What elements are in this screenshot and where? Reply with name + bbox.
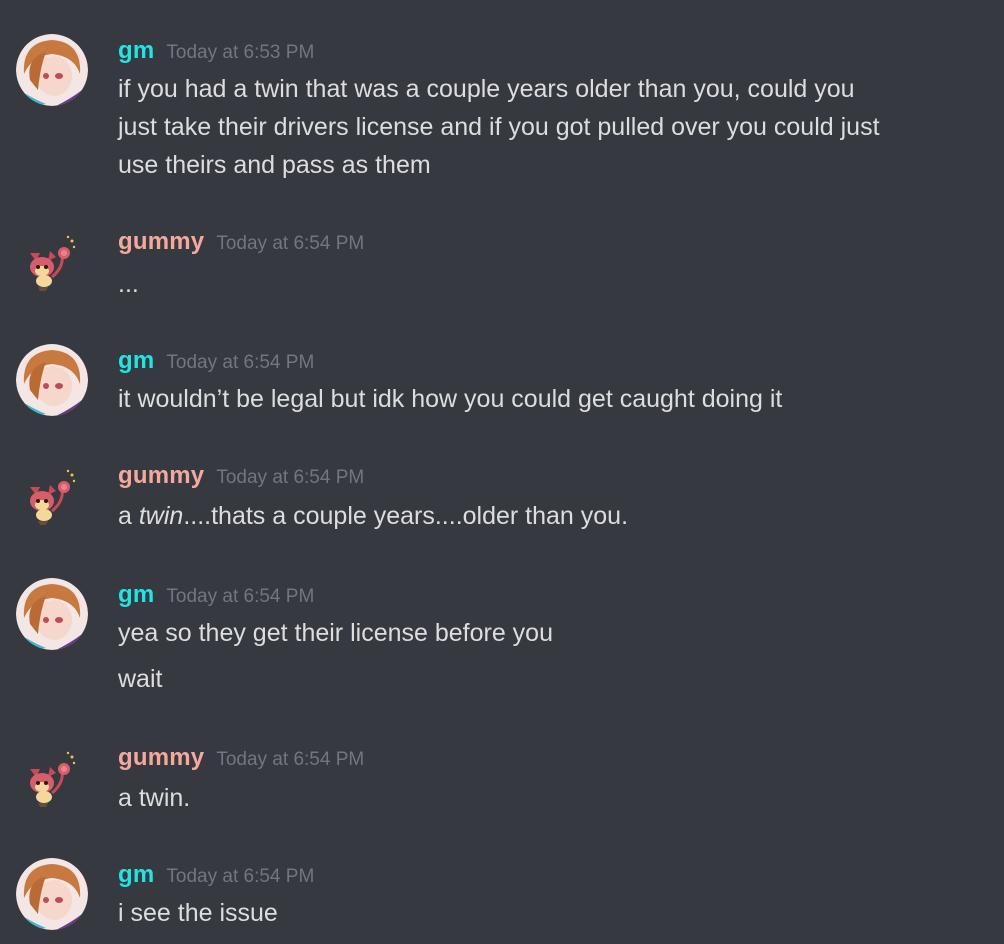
username[interactable]: gm xyxy=(118,347,154,374)
message-header: gm Today at 6:54 PM xyxy=(118,580,314,610)
chat-messages: gm Today at 6:53 PM if you had a twin tha… xyxy=(0,0,1004,944)
message-text-segment: a xyxy=(118,502,139,530)
username[interactable]: gm xyxy=(118,861,154,888)
message-line: it wouldn’t be legal but idk how you cou… xyxy=(118,385,783,413)
message-content: a twin. xyxy=(118,779,978,817)
message-text-italic: twin xyxy=(138,502,184,530)
message-line: just take their drivers license and if y… xyxy=(118,113,880,141)
username[interactable]: gm xyxy=(118,581,154,608)
message-header: gm Today at 6:53 PM xyxy=(118,36,314,66)
message-text-segment: ....thats a couple years....older than y… xyxy=(183,502,629,530)
message-header: gm Today at 6:54 PM xyxy=(118,860,314,890)
timestamp: Today at 6:54 PM xyxy=(216,467,365,488)
anime-girl-avatar-icon[interactable] xyxy=(16,344,88,416)
timestamp: Today at 6:54 PM xyxy=(216,233,365,254)
message-content: ... xyxy=(118,265,978,303)
message-line: i see the issue xyxy=(118,899,278,927)
message-header: gummy Today at 6:54 PM xyxy=(118,743,364,773)
message-line: ... xyxy=(118,270,139,298)
username[interactable]: gummy xyxy=(118,228,204,255)
message-header: gummy Today at 6:54 PM xyxy=(118,461,364,491)
anime-girl-avatar-icon[interactable] xyxy=(16,34,88,106)
timestamp: Today at 6:53 PM xyxy=(166,42,315,63)
message-line: if you had a twin that was a couple year… xyxy=(118,75,855,103)
message-content: a twin....thats a couple years....older … xyxy=(118,497,978,535)
skitty-sprite-avatar-icon[interactable] xyxy=(16,747,88,819)
message-content: if you had a twin that was a couple year… xyxy=(118,70,978,184)
anime-girl-avatar-icon[interactable] xyxy=(16,578,88,650)
timestamp: Today at 6:54 PM xyxy=(216,749,365,770)
message-line: use theirs and pass as them xyxy=(118,151,431,179)
username[interactable]: gummy xyxy=(118,462,204,489)
skitty-sprite-avatar-icon[interactable] xyxy=(16,465,88,537)
message-content: i see the issue xyxy=(118,894,978,932)
anime-girl-avatar-icon[interactable] xyxy=(16,858,88,930)
skitty-sprite-avatar-icon[interactable] xyxy=(16,231,88,303)
username[interactable]: gummy xyxy=(118,744,204,771)
message-content: yea so they get their license before you… xyxy=(118,614,978,698)
timestamp: Today at 6:54 PM xyxy=(166,866,315,887)
message-line: wait xyxy=(118,665,163,693)
message-line: a twin. xyxy=(118,784,191,812)
message-line: yea so they get their license before you xyxy=(118,619,553,647)
timestamp: Today at 6:54 PM xyxy=(166,586,315,607)
message-header: gummy Today at 6:54 PM xyxy=(118,227,364,257)
message-line: a twin....thats a couple years....older … xyxy=(118,497,978,535)
message-header: gm Today at 6:54 PM xyxy=(118,346,314,376)
message-content: it wouldn’t be legal but idk how you cou… xyxy=(118,380,978,418)
username[interactable]: gm xyxy=(118,37,154,64)
timestamp: Today at 6:54 PM xyxy=(166,352,315,373)
